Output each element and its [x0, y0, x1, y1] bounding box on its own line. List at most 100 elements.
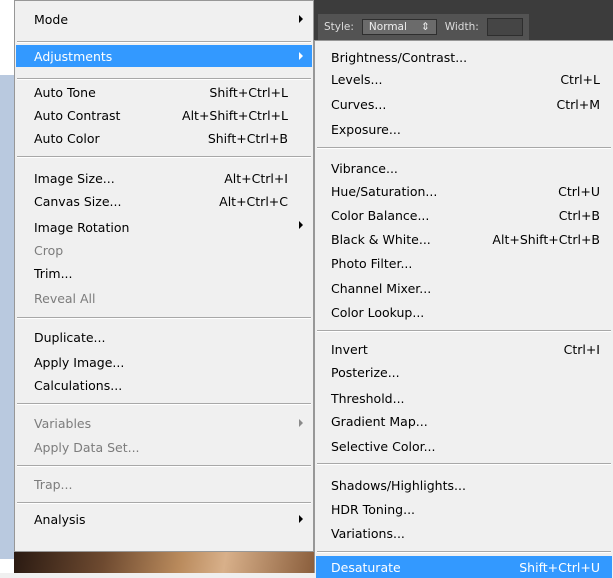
menu-item-label: Auto Tone — [34, 84, 96, 100]
menu-separator — [17, 465, 311, 467]
menu-item-label: Reveal All — [34, 290, 96, 306]
menu-item-label: Image Size... — [34, 170, 115, 186]
menu-item-label: Desaturate — [331, 559, 401, 575]
menu-item-apply-data-set[interactable]: Apply Data Set... — [16, 436, 312, 458]
menu-item-label: Black & White... — [331, 231, 431, 247]
menu-item-label: Color Balance... — [331, 207, 430, 223]
menu-item-label: Trap... — [34, 476, 73, 492]
menu-item-label: Exposure... — [331, 121, 401, 137]
submenu-item-gradient-map[interactable]: Gradient Map... — [316, 410, 612, 432]
menu-item-reveal-all[interactable]: Reveal All — [16, 287, 312, 309]
menu-item-auto-color[interactable]: Auto Color Shift+Ctrl+B — [16, 127, 312, 149]
submenu-arrow-icon — [299, 419, 303, 427]
menu-item-label: Variables — [34, 415, 92, 431]
menu-item-label: Mode — [34, 11, 69, 27]
menu-separator — [17, 317, 311, 319]
menu-item-duplicate[interactable]: Duplicate... — [16, 326, 312, 348]
menu-item-label: Adjustments — [34, 48, 113, 64]
menu-item-label: Selective Color... — [331, 438, 436, 454]
submenu-item-color-lookup[interactable]: Color Lookup... — [316, 301, 612, 323]
submenu-arrow-icon — [299, 515, 303, 523]
menu-item-trim[interactable]: Trim... — [16, 262, 312, 284]
menu-item-auto-tone[interactable]: Auto Tone Shift+Ctrl+L — [16, 81, 312, 103]
menu-separator — [317, 551, 611, 553]
menu-item-shortcut: Shift+Ctrl+L — [209, 84, 288, 100]
menu-item-label: Auto Contrast — [34, 107, 121, 123]
menu-item-label: Auto Color — [34, 130, 100, 146]
menu-item-analysis[interactable]: Analysis — [16, 508, 312, 530]
menu-item-canvas-size[interactable]: Canvas Size... Alt+Ctrl+C — [16, 190, 312, 212]
canvas-photo — [14, 552, 314, 573]
menu-separator — [17, 156, 311, 158]
menu-separator — [17, 41, 311, 43]
menu-item-label: Shadows/Highlights... — [331, 477, 466, 493]
submenu-item-vibrance[interactable]: Vibrance... — [316, 157, 612, 179]
menu-item-label: Channel Mixer... — [331, 280, 432, 296]
submenu-item-variations[interactable]: Variations... — [316, 522, 612, 544]
menu-item-shortcut: Ctrl+I — [563, 341, 600, 357]
menu-item-shortcut: Ctrl+M — [556, 96, 601, 112]
menu-item-label: Photo Filter... — [331, 255, 413, 271]
menu-item-label: Posterize... — [331, 364, 400, 380]
menu-item-label: Trim... — [34, 265, 73, 281]
submenu-item-exposure[interactable]: Exposure... — [316, 118, 612, 140]
updown-arrows-icon: ⇕ — [420, 21, 430, 33]
submenu-item-curves[interactable]: Curves... Ctrl+M — [316, 93, 612, 115]
submenu-item-photo-filter[interactable]: Photo Filter... — [316, 252, 612, 274]
menu-item-shortcut: Alt+Shift+Ctrl+L — [182, 107, 288, 123]
menu-item-label: Apply Data Set... — [34, 439, 140, 455]
left-blue-panel — [0, 75, 14, 559]
menu-item-image-size[interactable]: Image Size... Alt+Ctrl+I — [16, 167, 312, 189]
menu-item-label: Duplicate... — [34, 329, 106, 345]
submenu-item-hdr-toning[interactable]: HDR Toning... — [316, 498, 612, 520]
submenu-item-posterize[interactable]: Posterize... — [316, 361, 612, 383]
menu-item-label: Gradient Map... — [331, 413, 428, 429]
submenu-item-black-white[interactable]: Black & White... Alt+Shift+Ctrl+B — [316, 228, 612, 250]
submenu-item-color-balance[interactable]: Color Balance... Ctrl+B — [316, 204, 612, 226]
menu-item-image-rotation[interactable]: Image Rotation — [16, 216, 312, 238]
menu-separator — [317, 463, 611, 465]
menu-item-variables[interactable]: Variables — [16, 412, 312, 434]
menu-item-adjustments[interactable]: Adjustments — [16, 45, 312, 67]
menu-item-apply-image[interactable]: Apply Image... — [16, 351, 312, 373]
submenu-item-desaturate[interactable]: Desaturate Shift+Ctrl+U — [316, 556, 612, 578]
menu-item-calculations[interactable]: Calculations... — [16, 374, 312, 396]
menu-item-label: Analysis — [34, 511, 86, 527]
menu-item-mode[interactable]: Mode — [16, 8, 312, 30]
submenu-item-hue-saturation[interactable]: Hue/Saturation... Ctrl+U — [316, 180, 612, 202]
menu-item-label: Brightness/Contrast... — [331, 49, 468, 65]
menu-separator — [17, 403, 311, 405]
menu-item-label: Invert — [331, 341, 368, 357]
menu-item-label: Curves... — [331, 96, 387, 112]
menu-item-shortcut: Alt+Ctrl+I — [224, 170, 288, 186]
submenu-item-threshold[interactable]: Threshold... — [316, 387, 612, 409]
submenu-item-selective-color[interactable]: Selective Color... — [316, 435, 612, 457]
width-input[interactable] — [486, 18, 523, 36]
menu-item-label: Canvas Size... — [34, 193, 122, 209]
submenu-item-shadows-highlights[interactable]: Shadows/Highlights... — [316, 474, 612, 496]
submenu-item-brightness-contrast[interactable]: Brightness/Contrast... — [316, 46, 612, 68]
menu-item-label: Variations... — [331, 525, 405, 541]
menu-item-label: Calculations... — [34, 377, 123, 393]
menu-item-label: Crop — [34, 242, 64, 258]
menu-item-label: Apply Image... — [34, 354, 125, 370]
menu-item-trap[interactable]: Trap... — [16, 473, 312, 495]
menu-item-shortcut: Ctrl+U — [558, 183, 600, 199]
menu-separator — [317, 330, 611, 332]
menu-item-label: Threshold... — [331, 390, 405, 406]
menu-item-auto-contrast[interactable]: Auto Contrast Alt+Shift+Ctrl+L — [16, 104, 312, 126]
menu-item-label: Image Rotation — [34, 219, 130, 235]
menu-item-label: Hue/Saturation... — [331, 183, 438, 199]
menu-item-shortcut: Alt+Ctrl+C — [219, 193, 288, 209]
style-select[interactable]: Normal ⇕ — [361, 19, 437, 35]
options-bar: Style: Normal ⇕ Width: — [318, 14, 529, 40]
submenu-item-invert[interactable]: Invert Ctrl+I — [316, 338, 612, 360]
style-select-value: Normal — [368, 21, 407, 33]
menu-item-crop[interactable]: Crop — [16, 239, 312, 261]
submenu-item-channel-mixer[interactable]: Channel Mixer... — [316, 277, 612, 299]
submenu-item-levels[interactable]: Levels... Ctrl+L — [316, 68, 612, 90]
menu-item-shortcut: Ctrl+B — [558, 207, 600, 223]
style-label: Style: — [324, 21, 354, 33]
menu-item-label: Color Lookup... — [331, 304, 425, 320]
submenu-arrow-icon — [299, 220, 303, 229]
